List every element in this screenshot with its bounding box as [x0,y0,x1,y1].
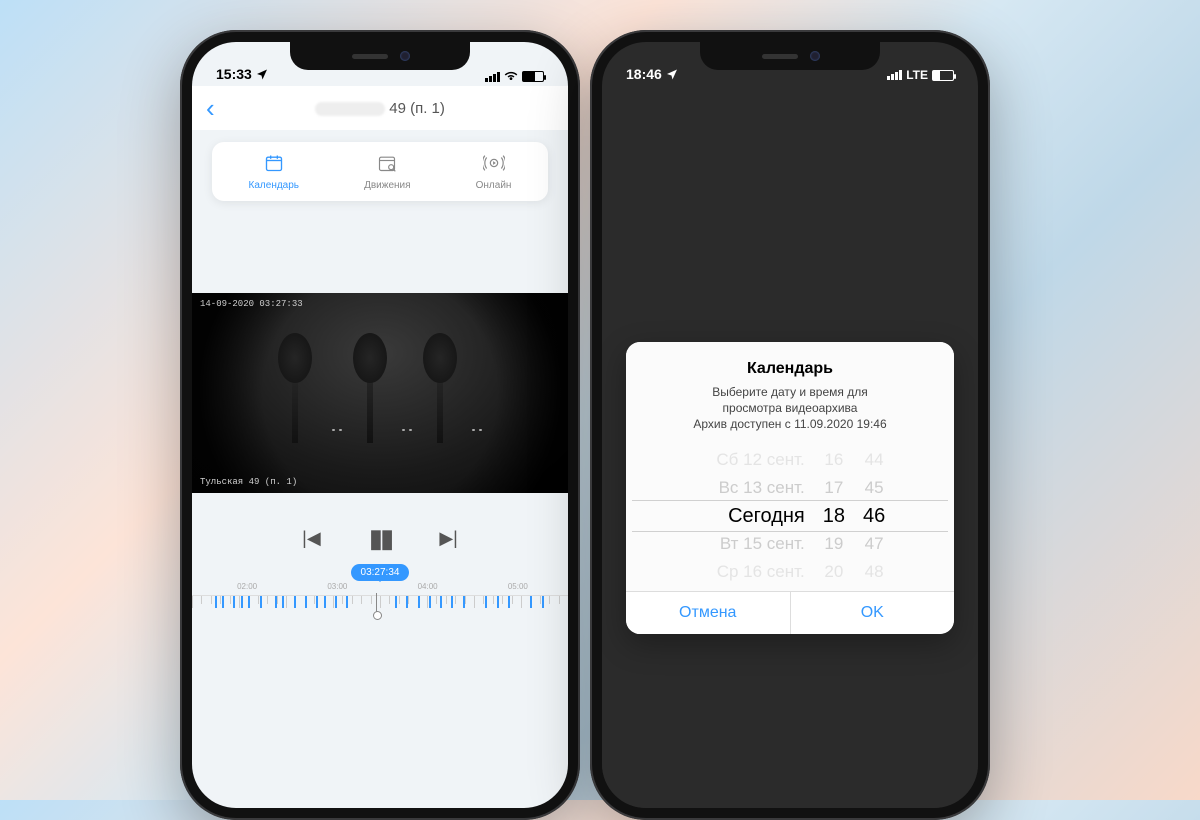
title-redacted [315,102,385,116]
spacer [192,213,568,293]
notch [700,42,880,70]
phone-right: 18:46 LTE Календарь Выберите дату и врем… [590,30,990,820]
tab-online[interactable]: Онлайн [476,152,512,191]
network-label: LTE [906,68,928,82]
tabs-card: Календарь Движения Онлайн [212,142,548,201]
battery-icon [932,70,954,81]
sheet-title: Календарь [640,360,940,378]
datetime-picker[interactable]: Сб 12 сент. Вс 13 сент. Сегодня Вт 15 се… [626,441,954,591]
calendar-sheet: Календарь Выберите дату и время для прос… [626,342,954,634]
sheet-buttons: Отмена OK [626,591,954,634]
nav-bar: ‹ 49 (п. 1) [192,86,568,130]
video-frame[interactable]: 14-09-2020 03:27:33 Тульская 49 (п. 1) [192,293,568,493]
location-icon [666,68,678,80]
tree [437,363,443,443]
ok-button[interactable]: OK [791,592,955,634]
cancel-button[interactable]: Отмена [626,592,791,634]
tab-calendar[interactable]: Календарь [249,152,299,191]
status-time: 15:33 [216,66,252,82]
status-time: 18:46 [626,66,662,82]
wifi-icon [504,71,518,82]
video-caption: Тульская 49 (п. 1) [200,477,297,487]
notch [290,42,470,70]
battery-icon [522,71,544,82]
ruler-label: 04:00 [418,582,438,591]
screen-left: 15:33 ‹ 49 (п. 1) Календарь Движения [192,42,568,808]
ruler-label: 03:00 [327,582,347,591]
tab-motion[interactable]: Движения [364,152,410,191]
prev-button[interactable]: |◀ [302,528,321,549]
calendar-icon [263,152,285,174]
online-icon [483,152,505,174]
car-lights [472,429,482,431]
playback-controls: |◀ ▮▮ ▶| 03:27:34 02:00 03:00 04:00 05:0… [192,523,568,633]
phone-left: 15:33 ‹ 49 (п. 1) Календарь Движения [180,30,580,820]
scrub-time-pill[interactable]: 03:27:34 [351,564,410,581]
sheet-message: Выберите дату и время для просмотра виде… [640,384,940,433]
picker-date-col[interactable]: Сб 12 сент. Вс 13 сент. Сегодня Вт 15 се… [695,446,805,586]
next-button[interactable]: ▶| [439,528,458,549]
car-lights [332,429,342,431]
picker-hour-col[interactable]: 16 17 18 19 20 [823,446,845,586]
screen-right: 18:46 LTE Календарь Выберите дату и врем… [602,42,978,808]
tab-online-label: Онлайн [476,180,512,191]
nav-title: 49 (п. 1) [315,100,445,117]
timeline-ruler[interactable]: 02:00 03:00 04:00 05:00 [192,595,568,633]
video-timestamp: 14-09-2020 03:27:33 [200,299,303,309]
tab-motion-label: Движения [364,180,410,191]
ruler-label: 02:00 [237,582,257,591]
location-icon [256,68,268,80]
pause-button[interactable]: ▮▮ [369,523,392,554]
motion-icon [376,152,398,174]
tree [292,363,298,443]
ruler-label: 05:00 [508,582,528,591]
tree [367,363,373,443]
picker-min-col[interactable]: 44 45 46 47 48 [863,446,885,586]
car-lights [402,429,412,431]
tab-calendar-label: Календарь [249,180,299,191]
signal-icon [887,70,902,80]
signal-icon [485,72,500,82]
playhead[interactable] [376,593,377,615]
back-button[interactable]: ‹ [206,93,215,124]
